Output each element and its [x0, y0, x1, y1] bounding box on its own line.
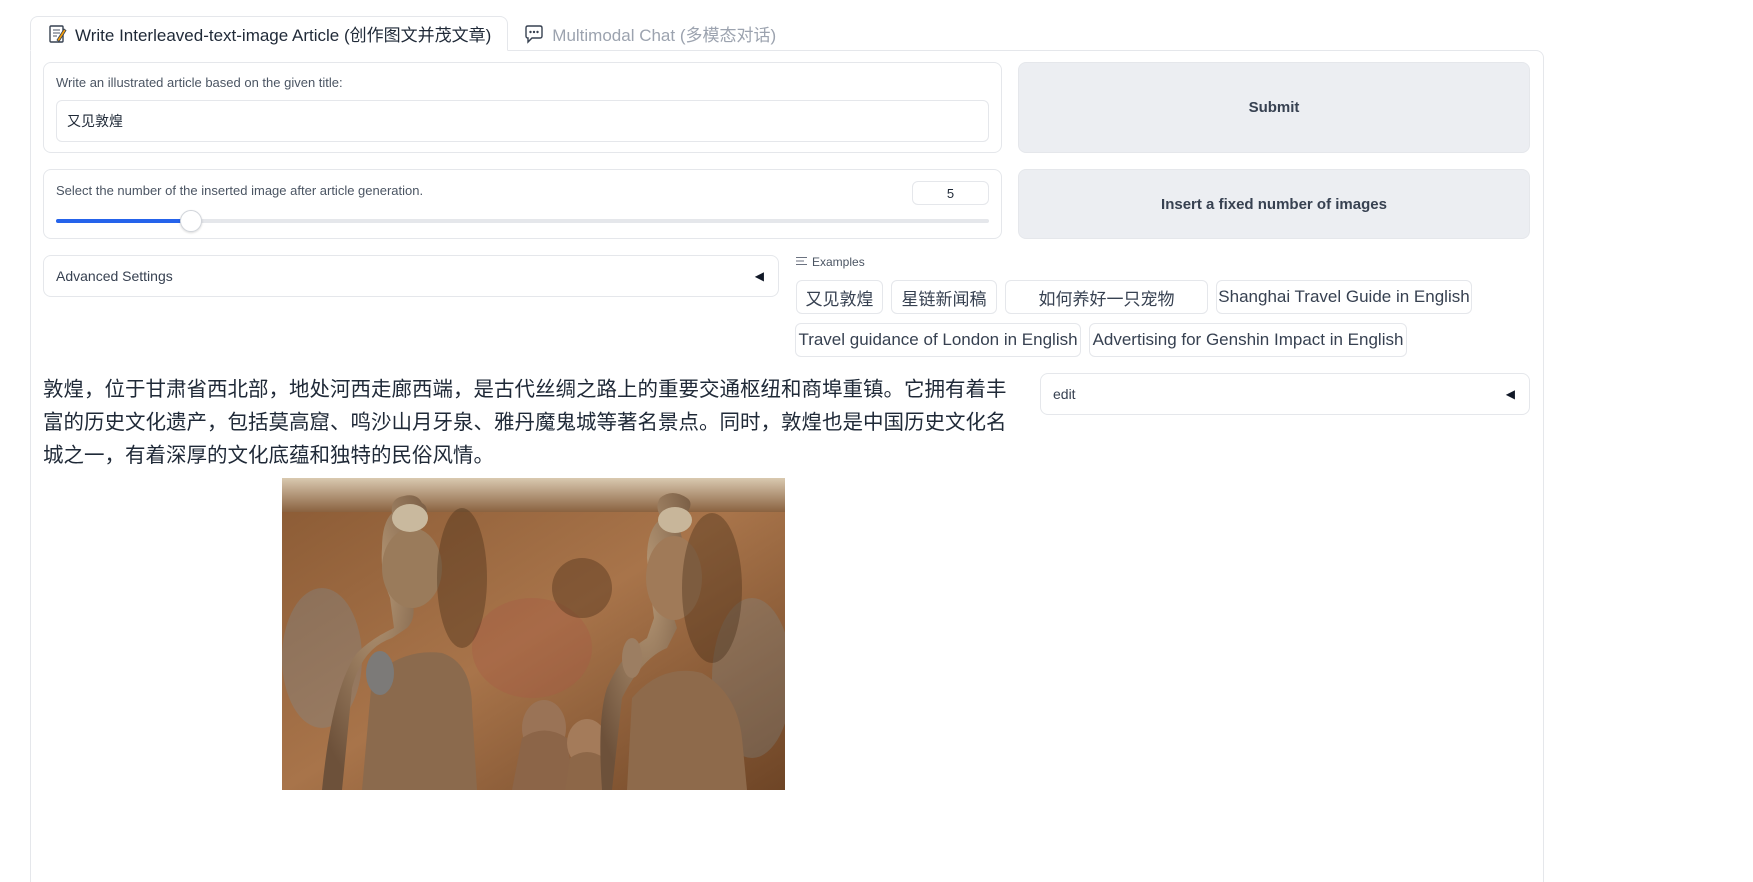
example-button[interactable]: Travel guidance of London in English [795, 323, 1081, 357]
examples-label: Examples [812, 255, 865, 269]
tab-multimodal-chat-label: Multimodal Chat (多模态对话) [552, 26, 777, 45]
title-input-label: Write an illustrated article based on th… [56, 75, 343, 90]
image-count-block: Select the number of the inserted image … [43, 169, 1002, 239]
image-count-slider[interactable] [56, 210, 989, 232]
tab-write-article[interactable]: Write Interleaved-text-image Article (创作… [30, 16, 509, 51]
tab-write-article-label: Write Interleaved-text-image Article (创作… [75, 26, 492, 45]
submit-button[interactable]: Submit [1018, 62, 1530, 153]
dunhuang-buddha-statues-photo [282, 478, 785, 790]
image-count-label: Select the number of the inserted image … [56, 183, 424, 198]
chat-bubble-icon [524, 24, 544, 44]
example-button[interactable]: 如何养好一只宠物 [1005, 280, 1208, 314]
tab-multimodal-chat[interactable]: Multimodal Chat (多模态对话) [508, 16, 792, 51]
slider-thumb[interactable] [180, 210, 203, 232]
tab-bar: Write Interleaved-text-image Article (创作… [30, 16, 792, 51]
insert-fixed-images-button[interactable]: Insert a fixed number of images [1018, 169, 1530, 239]
edit-label: edit [1053, 386, 1076, 402]
collapse-arrow-icon: ◀ [1505, 387, 1515, 401]
advanced-settings-label: Advanced Settings [56, 268, 173, 284]
example-button[interactable]: 星链新闻稿 [891, 280, 997, 314]
advanced-settings-accordion[interactable]: Advanced Settings ◀ [43, 255, 779, 297]
slider-fill [56, 219, 192, 223]
collapse-arrow-icon: ◀ [754, 269, 764, 283]
image-count-number-input[interactable]: 5 [912, 181, 989, 205]
edit-accordion[interactable]: edit ◀ [1040, 373, 1530, 415]
example-button[interactable]: 又见敦煌 [796, 280, 883, 314]
title-input[interactable]: 又见敦煌 [56, 100, 989, 142]
article-text: 敦煌，位于甘肃省西北部，地处河西走廊西端，是古代丝绸之路上的重要交通枢纽和商埠重… [43, 378, 1007, 467]
list-icon [796, 255, 807, 269]
example-button[interactable]: Shanghai Travel Guide in English [1216, 280, 1472, 314]
memo-icon [47, 24, 67, 44]
examples-header: Examples [796, 255, 865, 269]
title-input-block: Write an illustrated article based on th… [43, 62, 1002, 153]
example-button[interactable]: Advertising for Genshin Impact in Englis… [1089, 323, 1407, 357]
